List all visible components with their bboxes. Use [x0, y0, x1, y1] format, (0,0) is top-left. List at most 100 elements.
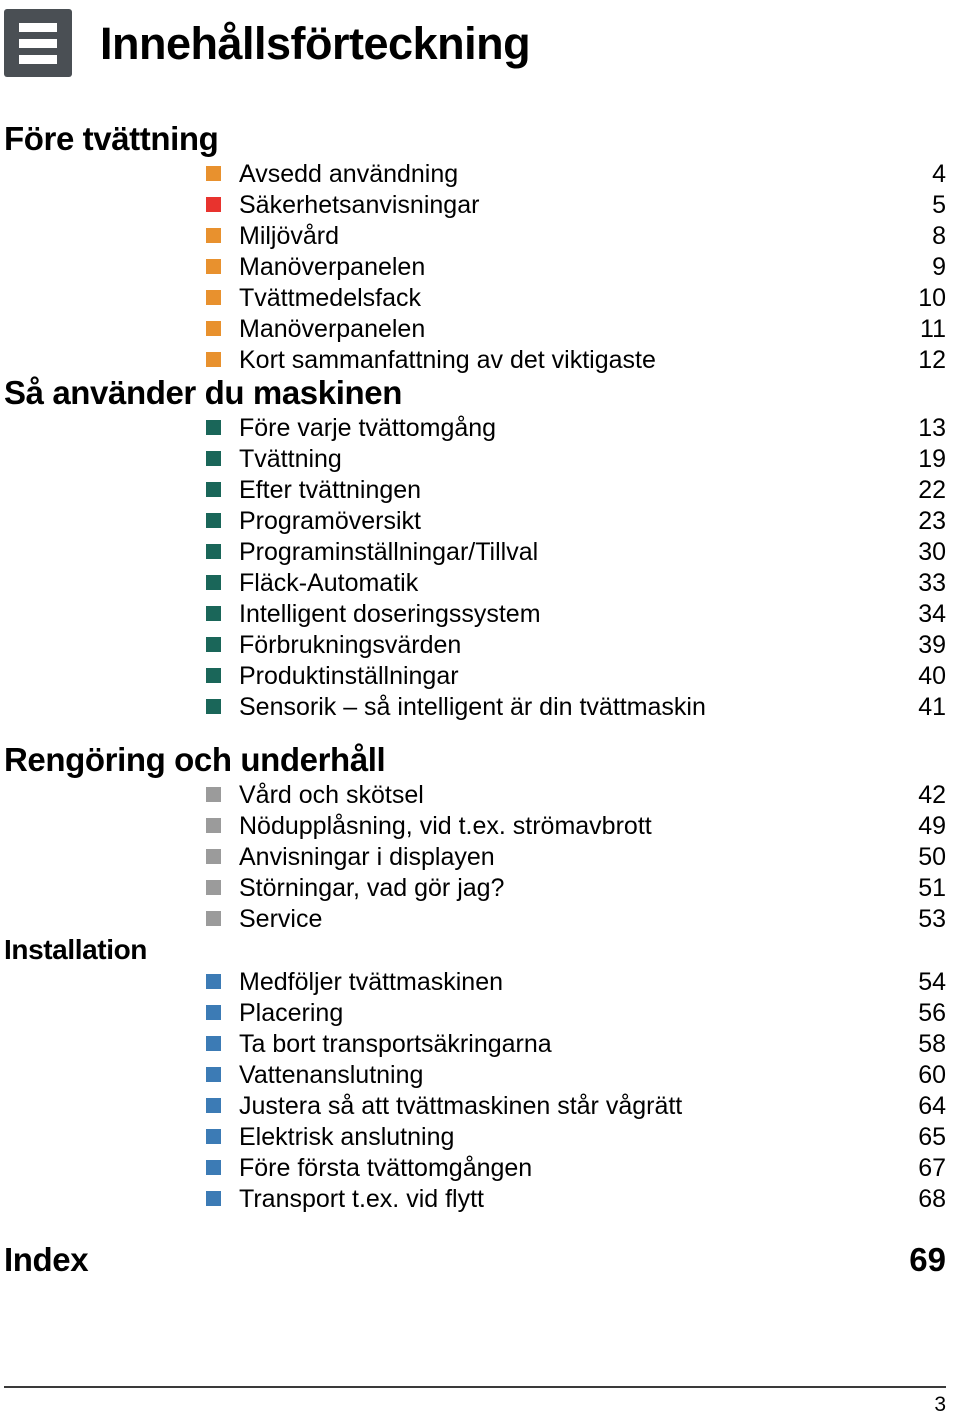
bullet-square-icon — [206, 574, 221, 590]
toc-entry[interactable]: Intelligent doseringssystem 34 — [0, 599, 960, 630]
toc-entry[interactable]: Anvisningar i displayen 50 — [0, 842, 960, 873]
toc-entry-page-number: 11 — [920, 314, 946, 343]
toc-entry[interactable]: Medföljer tvättmaskinen 54 — [0, 967, 960, 998]
toc-entry[interactable]: Efter tvättningen 22 — [0, 475, 960, 506]
bullet-square-icon — [206, 879, 221, 895]
toc-entry-label: Intelligent doseringssystem — [239, 599, 541, 628]
toc-entry-page-number: 67 — [918, 1153, 946, 1182]
bullet-square-icon — [206, 1190, 221, 1206]
toc-entry-label: Före första tvättomgången — [239, 1153, 533, 1182]
toc-entry-label: Tvättmedelsfack — [239, 283, 422, 312]
toc-entry-label: Vattenanslutning — [239, 1060, 424, 1089]
toc-entry[interactable]: Programöversikt 23 — [0, 506, 960, 537]
toc-entry[interactable]: Vattenanslutning 60 — [0, 1060, 960, 1091]
toc-entry[interactable]: Nödupplåsning, vid t.ex. strömavbrott 49 — [0, 811, 960, 842]
toc-entry-label: Förbrukningsvärden — [239, 630, 462, 659]
toc-section-installation: Installation Medföljer tvättmaskinen 54 Pla… — [0, 935, 960, 1215]
toc-entry[interactable]: Ta bort transportsäkringarna 58 — [0, 1029, 960, 1060]
toc-entry[interactable]: Miljövård 8 — [0, 221, 960, 252]
bullet-square-icon — [206, 196, 221, 212]
bullet-square-icon — [206, 481, 221, 497]
toc-entry-list: Avsedd användning 4 Säkerhetsanvisningar 5 M… — [0, 159, 960, 376]
bullet-square-icon — [206, 1128, 221, 1144]
toc-entry[interactable]: Transport t.ex. vid flytt 68 — [0, 1184, 960, 1215]
toc-entry-page-number: 12 — [918, 345, 946, 374]
section-heading-fore-tvattning: Före tvättning — [4, 120, 219, 157]
bullet-square-icon — [206, 450, 221, 466]
toc-entry-label: Ta bort transportsäkringarna — [239, 1029, 552, 1058]
toc-entry-page-number: 53 — [918, 904, 946, 933]
toc-entry[interactable]: Vård och skötsel 42 — [0, 780, 960, 811]
toc-entry-page-number: 51 — [918, 873, 946, 902]
bullet-square-icon — [206, 227, 221, 243]
icon-bar — [19, 22, 57, 32]
bullet-square-icon — [206, 910, 221, 926]
toc-entry-page-number: 41 — [918, 692, 946, 721]
icon-bar — [19, 54, 57, 64]
bullet-square-icon — [206, 1035, 221, 1051]
bullet-square-icon — [206, 848, 221, 864]
toc-entry[interactable]: Störningar, vad gör jag? 51 — [0, 873, 960, 904]
toc-entry[interactable]: Avsedd användning 4 — [0, 159, 960, 190]
toc-entry[interactable]: Produktinställningar 40 — [0, 661, 960, 692]
bullet-square-icon — [206, 1004, 221, 1020]
toc-entry-page-number: 65 — [918, 1122, 946, 1151]
toc-entry[interactable]: Före varje tvättomgång 13 — [0, 413, 960, 444]
toc-entry[interactable]: Programinställningar/Tillval 30 — [0, 537, 960, 568]
bullet-square-icon — [206, 351, 221, 367]
toc-entry[interactable]: Manöverpanelen 11 — [0, 314, 960, 345]
toc-entry[interactable]: Tvättmedelsfack 10 — [0, 283, 960, 314]
toc-entry-page-number: 30 — [918, 537, 946, 566]
bullet-square-icon — [206, 543, 221, 559]
toc-entry-page-number: 50 — [918, 842, 946, 871]
toc-entry-page-number: 5 — [932, 190, 946, 219]
toc-entry-page-number: 40 — [918, 661, 946, 690]
bullet-square-icon — [206, 1097, 221, 1113]
toc-entry-label: Medföljer tvättmaskinen — [239, 967, 504, 996]
toc-entry[interactable]: Placering 56 — [0, 998, 960, 1029]
toc-entry-label: Tvättning — [239, 444, 342, 473]
toc-entry-page-number: 42 — [918, 780, 946, 809]
toc-entry[interactable]: Service 53 — [0, 904, 960, 935]
toc-entry-page-number: 58 — [918, 1029, 946, 1058]
toc-sections: Före tvättning Avsedd användning 4 Säkerhet… — [0, 78, 960, 1279]
toc-entry-label: Avsedd användning — [239, 159, 459, 188]
toc-entry[interactable]: Justera så att tvättmaskinen står vågrät… — [0, 1091, 960, 1122]
bullet-square-icon — [206, 636, 221, 652]
bullet-square-icon — [206, 817, 221, 833]
toc-entry-label: Service — [239, 904, 323, 933]
toc-entry[interactable]: Manöverpanelen 9 — [0, 252, 960, 283]
toc-entry[interactable]: Fläck-Automatik 33 — [0, 568, 960, 599]
toc-entry-label: Justera så att tvättmaskinen står vågrät… — [239, 1091, 683, 1120]
toc-entry-page-number: 4 — [932, 159, 946, 188]
toc-section-rengoring-och-underhall: Rengöring och underhåll Vård och skötsel 4… — [0, 740, 960, 935]
bullet-square-icon — [206, 1066, 221, 1082]
toc-entry[interactable]: Före första tvättomgången 67 — [0, 1153, 960, 1184]
toc-entry-label: Produktinställningar — [239, 661, 459, 690]
toc-entry-label: Efter tvättningen — [239, 475, 422, 504]
toc-entry[interactable]: Kort sammanfattning av det viktigaste 12 — [0, 345, 960, 376]
toc-entry-list: Före varje tvättomgång 13 Tvättning 19 Efter… — [0, 413, 960, 723]
section-heading-rengoring-och-underhall: Rengöring och underhåll — [4, 740, 386, 778]
toc-entry-page-number: 19 — [918, 444, 946, 473]
toc-list-icon — [4, 9, 72, 77]
toc-section-fore-tvattning: Före tvättning Avsedd användning 4 Säkerhet… — [0, 120, 960, 376]
toc-entry[interactable]: Tvättning 19 — [0, 444, 960, 475]
toc-entry-page-number: 8 — [932, 221, 946, 250]
toc-index-row[interactable]: Index 69 — [0, 1241, 960, 1279]
toc-entry[interactable]: Sensorik – så intelligent är din tvättma… — [0, 692, 960, 723]
toc-entry-page-number: 60 — [918, 1060, 946, 1089]
toc-entry[interactable]: Förbrukningsvärden 39 — [0, 630, 960, 661]
toc-entry-label: Störningar, vad gör jag? — [239, 873, 505, 902]
toc-entry-label: Manöverpanelen — [239, 314, 426, 343]
page-footer: 3 — [0, 1386, 960, 1426]
toc-entry[interactable]: Elektrisk anslutning 65 — [0, 1122, 960, 1153]
toc-entry[interactable]: Säkerhetsanvisningar 5 — [0, 190, 960, 221]
toc-entry-label: Fläck-Automatik — [239, 568, 419, 597]
page-title: Innehållsförteckning — [100, 17, 531, 69]
section-heading-sa-anvander-du-maskinen: Så använder du maskinen — [4, 373, 402, 411]
toc-entry-page-number: 10 — [918, 283, 946, 312]
bullet-square-icon — [206, 165, 221, 181]
bullet-square-icon — [206, 1159, 221, 1175]
bullet-square-icon — [206, 667, 221, 683]
